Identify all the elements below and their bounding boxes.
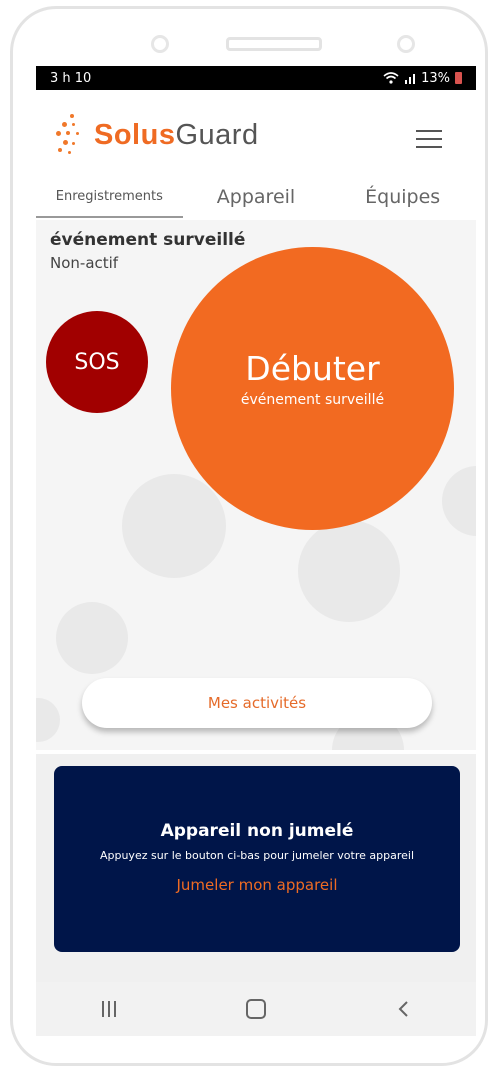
event-status: Non-actif bbox=[50, 254, 119, 272]
wifi-icon bbox=[383, 72, 399, 84]
battery-icon bbox=[455, 72, 462, 84]
decorative-circle bbox=[122, 474, 226, 578]
camera-sensor bbox=[151, 35, 169, 53]
logo-text: SolusGuard bbox=[94, 118, 259, 151]
app-header: SolusGuard bbox=[36, 90, 476, 176]
tab-bar: Enregistrements Appareil Équipes bbox=[36, 176, 476, 218]
device-card-section: Appareil non jumelé Appuyez sur le bouto… bbox=[36, 754, 476, 982]
card-title: Appareil non jumelé bbox=[160, 821, 354, 841]
tab-equipes[interactable]: Équipes bbox=[329, 176, 476, 218]
my-activities-button[interactable]: Mes activités bbox=[82, 678, 432, 728]
recent-apps-button[interactable] bbox=[89, 994, 129, 1024]
logo-dots-icon bbox=[54, 112, 88, 158]
decorative-circle bbox=[36, 698, 60, 742]
decorative-circle bbox=[298, 520, 400, 622]
start-label: Débuter bbox=[245, 349, 380, 388]
tab-appareil[interactable]: Appareil bbox=[183, 176, 330, 218]
phone-screen: 3 h 10 13% SolusGuard Enregistrements Ap… bbox=[36, 66, 476, 1036]
app-logo: SolusGuard bbox=[54, 112, 259, 158]
card-description: Appuyez sur le bouton ci-bas pour jumele… bbox=[99, 849, 415, 862]
decorative-circle bbox=[56, 602, 128, 674]
event-title: événement surveillé bbox=[50, 230, 246, 250]
decorative-circle bbox=[442, 466, 476, 536]
signal-icon bbox=[405, 74, 416, 84]
speaker-grille bbox=[226, 37, 322, 51]
recent-apps-icon bbox=[102, 1001, 117, 1017]
home-icon bbox=[245, 999, 266, 1019]
tab-enregistrements[interactable]: Enregistrements bbox=[36, 176, 183, 218]
event-panel: événement surveillé Non-actif Débuter év… bbox=[36, 220, 476, 750]
home-button[interactable] bbox=[236, 994, 276, 1024]
status-bar: 3 h 10 13% bbox=[36, 66, 476, 90]
start-sublabel: événement surveillé bbox=[240, 392, 385, 408]
device-not-paired-card: Appareil non jumelé Appuyez sur le bouto… bbox=[54, 766, 460, 952]
sos-button[interactable]: SOS bbox=[46, 311, 148, 413]
proximity-sensor bbox=[397, 35, 415, 53]
status-time: 3 h 10 bbox=[50, 70, 92, 86]
system-nav-bar bbox=[36, 982, 476, 1036]
start-event-button[interactable]: Débuter événement surveillé bbox=[171, 247, 454, 530]
back-button[interactable] bbox=[383, 994, 423, 1024]
back-icon bbox=[398, 1001, 408, 1017]
battery-percent: 13% bbox=[421, 70, 450, 86]
status-icons: 13% bbox=[383, 71, 462, 86]
hamburger-menu-icon[interactable] bbox=[416, 130, 442, 148]
pair-device-link[interactable]: Jumeler mon appareil bbox=[177, 876, 338, 894]
